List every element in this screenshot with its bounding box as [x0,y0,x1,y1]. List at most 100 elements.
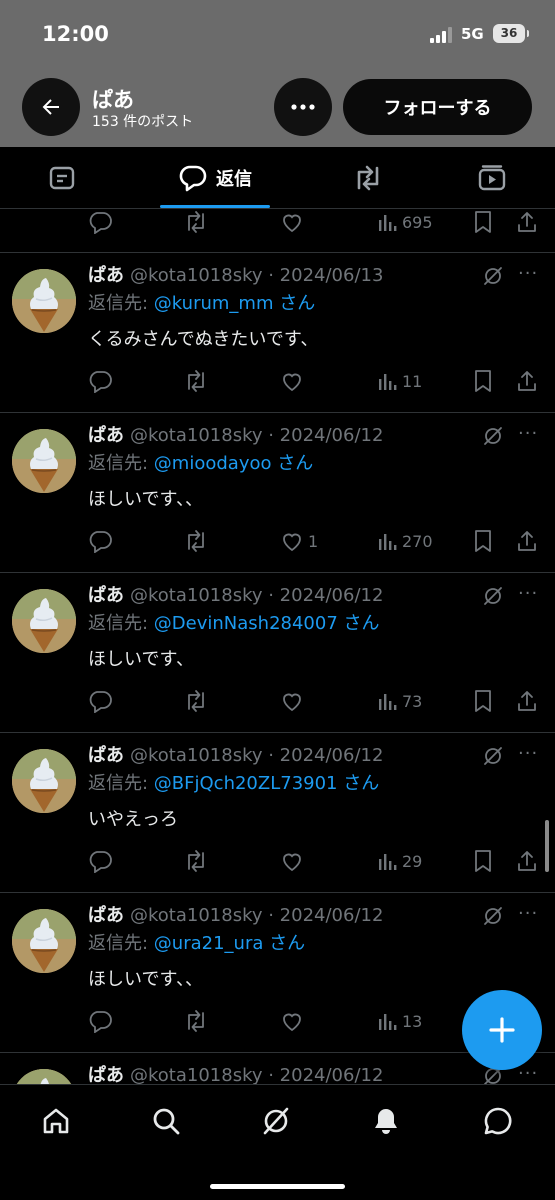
repost-button[interactable] [184,526,208,556]
bookmark-button[interactable] [472,526,494,556]
grok-button[interactable] [482,425,504,451]
bookmark-button[interactable] [472,686,494,716]
views-button[interactable]: 73 [378,686,422,716]
reply-button[interactable] [88,526,112,556]
profile-header: 12:00 5G 36 ぱあ 153 件のポスト フォローする [0,0,555,147]
author-name[interactable]: ぱあ [88,1065,124,1084]
heart-icon [283,214,301,233]
mention-link[interactable]: @mioodayoo [154,453,272,474]
bar-chart-icon [379,374,397,390]
repost-button[interactable] [184,209,208,237]
like-button[interactable] [280,846,308,876]
like-button[interactable]: 1 [280,526,318,556]
soft-serve-avatar [12,1069,76,1084]
nav-home[interactable] [36,1101,76,1141]
repost-button[interactable] [184,846,208,876]
soft-serve-avatar [12,269,76,333]
avatar[interactable] [12,429,76,493]
post-more-button[interactable]: ··· [518,423,538,444]
reply-post[interactable]: ぱあ @kota1018sky · 2024/06/12 ··· [0,1053,555,1084]
mention-link[interactable]: @ura21_ura [154,933,264,954]
reply-button[interactable] [88,1006,112,1036]
author-name[interactable]: ぱあ [88,265,124,286]
bookmark-button[interactable] [472,209,494,237]
profile-name: ぱあ [92,88,134,112]
more-button[interactable] [274,78,332,136]
reply-feed[interactable]: 695 ぱあ @kota1018sky · 2024/06/13 ··· 返信先: @… [0,209,555,1084]
status-bar: 12:00 5G 36 [0,0,555,70]
repost-button[interactable] [184,366,208,396]
comment-icon [89,212,112,234]
nav-notifications[interactable] [366,1101,406,1141]
grok-button[interactable] [482,745,504,771]
repost-button[interactable] [184,686,208,716]
share-icon [518,212,536,232]
reply-button[interactable] [88,686,112,716]
repost-button[interactable] [184,1006,208,1036]
reply-post[interactable]: ぱあ @kota1018sky · 2024/06/12 ··· 返信先: @BFjQ… [0,733,555,893]
reply-post[interactable]: ぱあ @kota1018sky · 2024/06/12 ··· 返信先: @Devi… [0,573,555,733]
grok-button[interactable] [482,905,504,931]
like-button[interactable] [280,366,308,396]
tab-replies[interactable]: 返信 [160,147,270,209]
grok-button[interactable] [482,585,504,611]
mention-link[interactable]: @kurum_mm [154,293,274,314]
bookmark-button[interactable] [472,366,494,396]
share-button[interactable] [516,209,538,237]
comment-icon [89,851,112,873]
share-button[interactable] [516,366,538,396]
like-button[interactable] [280,1006,308,1036]
post-actions: 11 [0,366,555,396]
nav-search[interactable] [146,1101,186,1141]
status-time: 12:00 [42,22,109,46]
post-more-button[interactable]: ··· [518,583,538,604]
mention-link[interactable]: @DevinNash284007 [154,613,338,634]
bookmark-button[interactable] [472,846,494,876]
share-button[interactable] [516,846,538,876]
grok-button[interactable] [482,265,504,291]
post-more-button[interactable]: ··· [518,263,538,284]
avatar[interactable] [12,269,76,333]
avatar[interactable] [12,589,76,653]
post-more-button[interactable]: ··· [518,1063,538,1084]
views-button[interactable]: 29 [378,846,422,876]
tab-posts[interactable] [30,147,94,209]
reply-button[interactable] [88,846,112,876]
views-button[interactable]: 270 [378,526,433,556]
avatar[interactable] [12,909,76,973]
avatar[interactable] [12,1069,76,1084]
views-button[interactable]: 695 [378,209,433,237]
author-name[interactable]: ぱあ [88,585,124,606]
nav-grok[interactable] [256,1101,296,1141]
reply-button[interactable] [88,209,112,237]
author-name[interactable]: ぱあ [88,745,124,766]
reply-post[interactable]: ぱあ @kota1018sky · 2024/06/12 ··· 返信先: @mioo… [0,413,555,573]
heart-icon [283,693,301,712]
post-header: ぱあ @kota1018sky · 2024/06/12 [88,1061,383,1084]
tab-media[interactable] [460,147,524,209]
repost-icon [357,165,379,191]
share-button[interactable] [516,686,538,716]
scrollbar[interactable] [545,820,549,872]
post-more-button[interactable]: ··· [518,743,538,764]
views-button[interactable]: 11 [378,366,422,396]
reply-button[interactable] [88,366,112,396]
grok-icon [263,1107,289,1135]
back-button[interactable] [22,78,80,136]
share-button[interactable] [516,526,538,556]
author-name[interactable]: ぱあ [88,905,124,926]
grok-icon [484,907,502,925]
tab-reposts[interactable] [336,147,400,209]
compose-button[interactable] [462,990,542,1070]
signal-icon [430,27,454,43]
avatar[interactable] [12,749,76,813]
nav-messages[interactable] [478,1101,518,1141]
views-button[interactable]: 13 [378,1006,422,1036]
mention-link[interactable]: @BFjQch20ZL73901 [154,773,338,794]
author-name[interactable]: ぱあ [88,425,124,446]
reply-post[interactable]: ぱあ @kota1018sky · 2024/06/13 ··· 返信先: @kuru… [0,253,555,413]
like-button[interactable] [280,686,308,716]
like-button[interactable] [280,209,304,237]
follow-button[interactable]: フォローする [343,79,532,135]
post-more-button[interactable]: ··· [518,903,538,924]
